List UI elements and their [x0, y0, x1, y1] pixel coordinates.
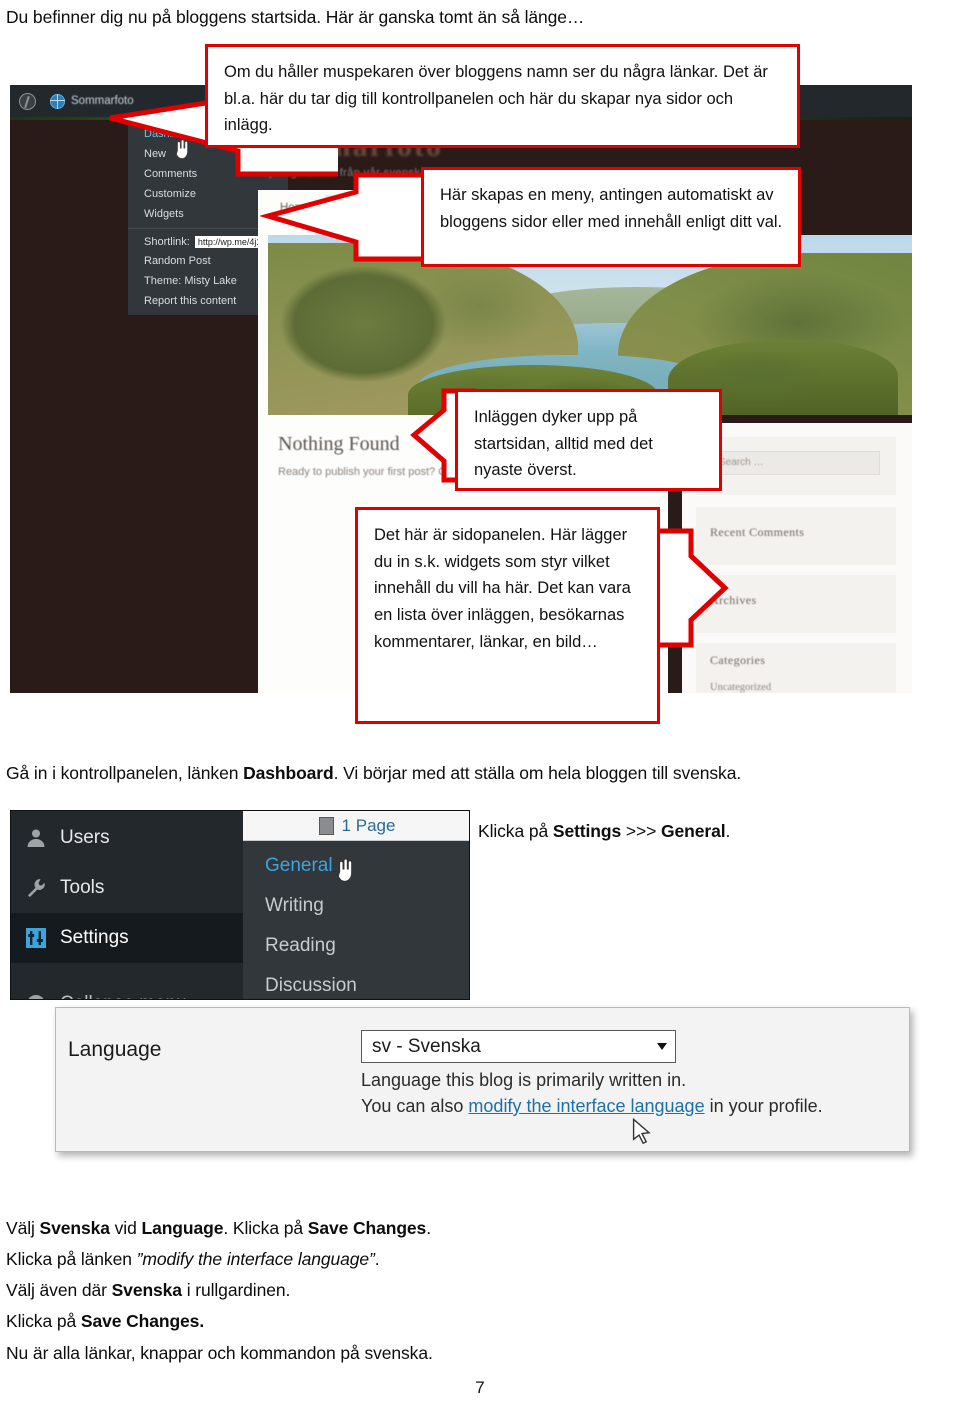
shortlink-label: Shortlink:: [144, 236, 190, 248]
b3b: Svenska: [111, 1280, 182, 1301]
language-help-post: in your profile.: [704, 1096, 823, 1116]
b1a: Välj: [6, 1218, 40, 1238]
language-help-line-1: Language this blog is primarily written …: [361, 1070, 687, 1090]
settings-note-paragraph: Klicka på Settings >>> General.: [478, 818, 898, 845]
b1f: Save Changes: [307, 1218, 427, 1238]
active-submenu-notch: [469, 923, 470, 945]
wp-admin-sidebar: Users Tools Settings: [11, 811, 243, 999]
shortlink-input[interactable]: http://wp.me/4j1: [194, 236, 267, 248]
settings-note-part3: .: [725, 821, 731, 841]
mid-text-part1: Gå in i kontrollpanelen, länken: [6, 763, 244, 783]
bottom-line-4: Klicka på Save Changes.: [6, 1308, 906, 1335]
settings-note-general: General: [661, 821, 726, 841]
sliders-icon: [25, 927, 47, 949]
settings-menu-screenshot: Users Tools Settings 1 Page General Writ…: [10, 810, 470, 1000]
chevron-down-icon: [657, 1043, 667, 1050]
mid-text-part2: . Vi börjar med att ställa om hela blogg…: [333, 763, 742, 783]
callout-adminbar: Om du håller muspekaren över bloggens na…: [205, 44, 800, 148]
sidebar-item-settings[interactable]: Settings: [11, 913, 243, 963]
widget-categories[interactable]: Categories Uncategorized: [696, 643, 896, 693]
wordpress-logo-icon[interactable]: [10, 85, 44, 117]
sidebar-label-settings: Settings: [60, 927, 129, 948]
empty-state-title: Nothing Found: [278, 433, 400, 455]
b1b: Svenska: [39, 1218, 110, 1238]
wrench-icon: [25, 877, 47, 899]
bottom-line-2: Klicka på länken ”modify the interface l…: [6, 1246, 906, 1273]
sidebar-label-users: Users: [60, 827, 110, 848]
globe-icon: [50, 93, 65, 109]
collapse-icon: [25, 993, 47, 999]
page-number: 7: [475, 1378, 485, 1397]
mid-instruction-paragraph: Gå in i kontrollpanelen, länken Dashboar…: [6, 760, 906, 787]
language-help-line-2: You can also modify the interface langua…: [361, 1096, 823, 1117]
callout-sidebar-text: Det här är sidopanelen. Här lägger du in…: [374, 526, 631, 651]
pages-count-bar: 1 Page: [243, 811, 469, 841]
document-page: Du befinner dig nu på bloggens startsida…: [0, 0, 960, 1423]
b2a: Klicka på länken: [6, 1249, 137, 1270]
language-field-label: Language: [68, 1038, 162, 1061]
callout-sidebar: Det här är sidopanelen. Här lägger du in…: [355, 507, 660, 724]
b2c: .: [374, 1249, 380, 1270]
settings-note-part2: >>>: [621, 821, 662, 841]
sidebar-item-users[interactable]: Users: [11, 813, 243, 863]
submenu-item-discussion[interactable]: Discussion: [265, 975, 357, 997]
mid-text-dashboard: Dashboard: [243, 763, 334, 783]
submenu-item-writing[interactable]: Writing: [265, 895, 324, 917]
settings-note-settings: Settings: [552, 821, 622, 841]
sidebar-item-tools[interactable]: Tools: [11, 863, 243, 913]
language-help-pre: You can also: [361, 1096, 469, 1116]
b1c: vid: [109, 1218, 142, 1238]
sidebar-label-tools: Tools: [60, 877, 105, 898]
sidebar-label-collapse: Collapse menu: [60, 993, 187, 999]
b4b: Save Changes.: [80, 1311, 205, 1332]
search-input[interactable]: Search …: [710, 451, 880, 475]
sidebar-item-collapse-menu[interactable]: Collapse menu: [11, 979, 243, 999]
b2b: ”modify the interface language”: [136, 1249, 375, 1270]
settings-submenu-panel: 1 Page General Writing Reading Discussio…: [243, 811, 470, 999]
b3c: i rullgardinen.: [181, 1280, 291, 1301]
callout-posts: Inläggen dyker upp på startsidan, alltid…: [455, 389, 722, 491]
b1d: Language: [141, 1218, 224, 1238]
submenu-item-general[interactable]: General: [265, 855, 333, 877]
submenu-item-reading[interactable]: Reading: [265, 935, 336, 957]
language-select[interactable]: sv - Svenska: [361, 1030, 676, 1063]
language-selected-value: sv - Svenska: [372, 1035, 481, 1057]
language-setting-screenshot: Language sv - Svenska Language this blog…: [55, 1007, 910, 1152]
b1g: .: [426, 1218, 431, 1238]
b3a: Välj även där: [6, 1280, 112, 1301]
modify-interface-language-link[interactable]: modify the interface language: [468, 1096, 704, 1116]
hand-cursor-icon: [337, 858, 353, 882]
bottom-line-5: Nu är alla länkar, knappar och kommandon…: [6, 1342, 433, 1363]
callout-adminbar-text: Om du håller muspekaren över bloggens na…: [224, 63, 768, 135]
callout-menu-text: Här skapas en meny, antingen automatiskt…: [440, 186, 783, 231]
bottom-line-1: Välj Svenska vid Language. Klicka på Sav…: [6, 1215, 906, 1242]
b1e: . Klicka på: [223, 1218, 308, 1238]
pages-count-label: 1 Page: [341, 815, 396, 835]
widget-search[interactable]: Search …: [696, 437, 896, 495]
page-icon: [318, 816, 334, 835]
widget-category-uncategorized[interactable]: Uncategorized: [710, 682, 771, 693]
settings-note-part1: Klicka på: [478, 821, 553, 841]
bottom-instructions: Välj Svenska vid Language. Klicka på Sav…: [6, 1215, 906, 1371]
b4a: Klicka på: [6, 1311, 81, 1332]
search-placeholder: Search …: [719, 457, 764, 468]
callout-arrow-menu: [260, 172, 443, 262]
user-icon: [25, 827, 47, 849]
callout-menu: Här skapas en meny, antingen automatiskt…: [421, 167, 801, 267]
bottom-line-3: Välj även där Svenska i rullgardinen.: [6, 1277, 906, 1304]
intro-paragraph: Du befinner dig nu på bloggens startsida…: [6, 7, 585, 27]
widget-title-categories: Categories: [710, 653, 766, 667]
callout-posts-text: Inläggen dyker upp på startsidan, alltid…: [474, 408, 653, 480]
mouse-pointer-icon: [632, 1118, 651, 1145]
